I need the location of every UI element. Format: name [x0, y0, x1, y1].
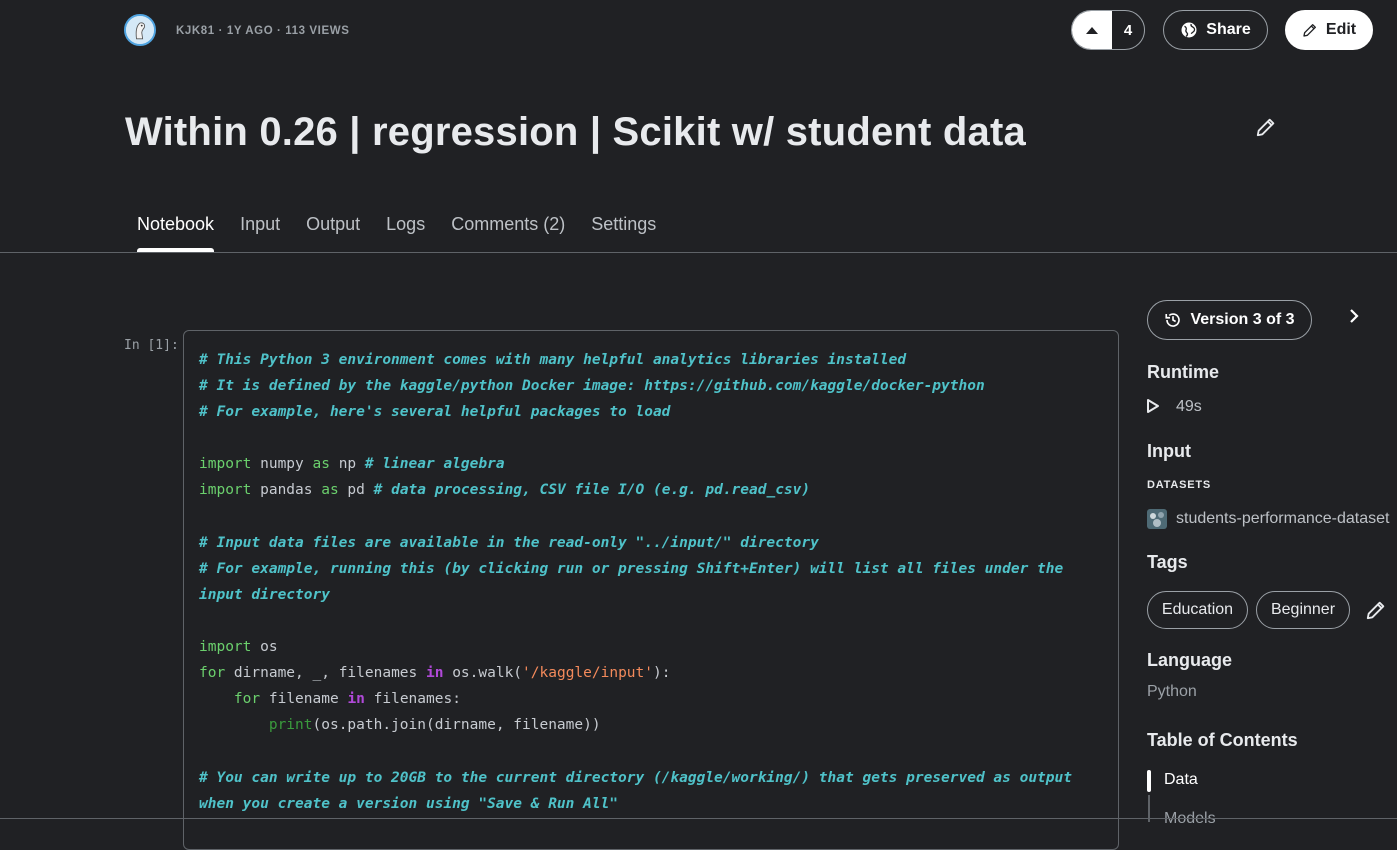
tag-beginner[interactable]: Beginner — [1256, 591, 1350, 629]
toc-active-indicator — [1147, 770, 1151, 792]
notebook-meta: KJK81 · 1Y AGO · 113 VIEWS — [176, 25, 350, 37]
edit-tags-pencil-icon[interactable] — [1365, 599, 1387, 621]
runtime-value: 49s — [1176, 398, 1202, 415]
tab-comments[interactable]: Comments (2) — [451, 214, 565, 252]
tab-logs[interactable]: Logs — [386, 214, 425, 252]
dataset-link[interactable]: students-performance-dataset — [1176, 510, 1397, 528]
play-icon — [1147, 399, 1159, 413]
tab-notebook[interactable]: Notebook — [137, 214, 215, 252]
tags-heading: Tags — [1147, 552, 1188, 572]
tab-bar: Notebook Input Output Logs Comments (2) … — [137, 214, 682, 252]
upvote-control[interactable]: 4 — [1071, 10, 1145, 50]
globe-icon — [1181, 22, 1197, 38]
upvote-button[interactable] — [1072, 11, 1112, 49]
tab-divider — [0, 252, 1397, 253]
input-heading: Input — [1147, 441, 1191, 461]
language-value: Python — [1147, 683, 1197, 700]
toc-item-data[interactable]: Data — [1164, 771, 1198, 789]
version-label: Version 3 of 3 — [1190, 311, 1295, 328]
code-content[interactable]: # This Python 3 environment comes with m… — [199, 347, 1114, 817]
share-button[interactable]: Share — [1163, 10, 1268, 50]
datasets-label: DATASETS — [1147, 479, 1212, 491]
tab-settings[interactable]: Settings — [591, 214, 656, 252]
bottom-divider — [0, 818, 1397, 819]
chevron-right-icon[interactable] — [1346, 307, 1362, 325]
cell-prompt: In [1]: — [124, 338, 179, 353]
language-heading: Language — [1147, 650, 1233, 670]
edit-label: Edit — [1325, 21, 1357, 38]
dataset-thumbnail-icon — [1147, 509, 1167, 529]
edit-title-pencil-icon[interactable] — [1255, 116, 1277, 138]
share-label: Share — [1206, 21, 1251, 38]
toc-heading: Table of Contents — [1147, 730, 1298, 750]
vote-count: 4 — [1123, 21, 1133, 39]
tag-education[interactable]: Education — [1147, 591, 1248, 629]
history-icon — [1165, 313, 1181, 327]
runtime-heading: Runtime — [1147, 362, 1219, 382]
version-button[interactable]: Version 3 of 3 — [1147, 300, 1312, 340]
edit-button[interactable]: Edit — [1285, 10, 1373, 50]
page-title: Within 0.26 | regression | Scikit w/ stu… — [125, 110, 1026, 154]
avatar[interactable] — [124, 14, 156, 46]
tab-output[interactable]: Output — [306, 214, 360, 252]
toc-item-models[interactable]: Models — [1164, 810, 1216, 828]
tab-input[interactable]: Input — [240, 214, 280, 252]
pencil-icon — [1303, 24, 1316, 37]
upvote-arrow-icon — [1086, 27, 1098, 34]
